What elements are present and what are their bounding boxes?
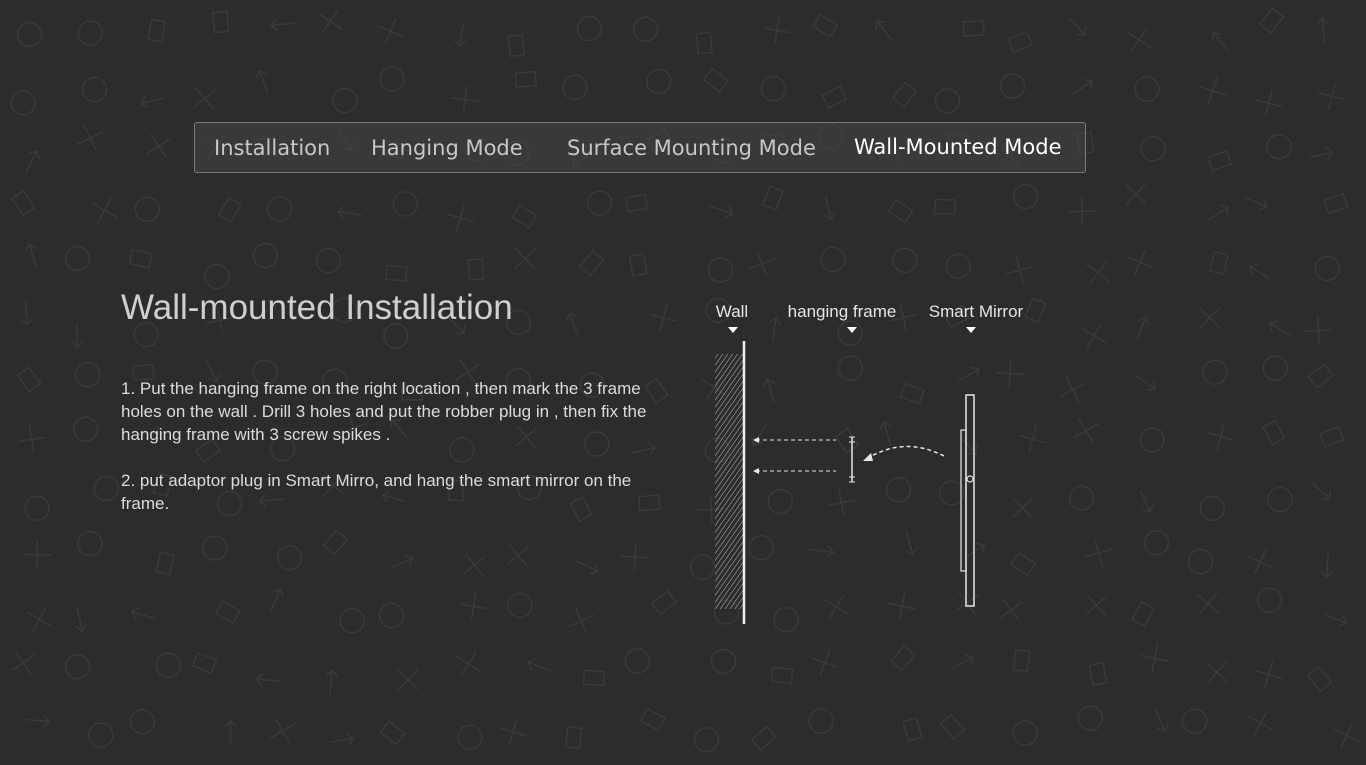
tab-installation[interactable]: Installation xyxy=(214,123,330,174)
wall-mount-diagram: Wall hanging frame Smart Mirror xyxy=(715,302,1024,624)
instruction-step-1: 1. Put the hanging frame on the right lo… xyxy=(121,379,647,444)
hanging-frame-label: hanging frame xyxy=(788,302,897,321)
frame-pointer-icon xyxy=(847,327,857,333)
smart-mirror-label: Smart Mirror xyxy=(929,302,1024,321)
page: Installation Hanging Mode Surface Mounti… xyxy=(0,0,1366,765)
wall-pointer-icon xyxy=(728,327,738,333)
mode-tab-bar: Installation Hanging Mode Surface Mounti… xyxy=(194,122,1086,173)
tab-surface-mounting-mode[interactable]: Surface Mounting Mode xyxy=(567,123,816,174)
page-title: Wall-mounted Installation xyxy=(121,288,513,327)
instruction-step-2: 2. put adaptor plug in Smart Mirro, and … xyxy=(121,471,632,513)
hanging-frame-shape xyxy=(849,436,855,483)
tab-wall-mounted-mode[interactable]: Wall-Mounted Mode xyxy=(854,123,1062,174)
screw-arrows xyxy=(753,437,836,474)
hang-mirror-arrow xyxy=(863,445,945,461)
mirror-pointer-icon xyxy=(966,327,976,333)
wall-hatching xyxy=(715,354,743,609)
tab-hanging-mode[interactable]: Hanging Mode xyxy=(371,123,523,174)
smart-mirror-shape xyxy=(960,394,975,607)
wall-label: Wall xyxy=(716,302,748,321)
